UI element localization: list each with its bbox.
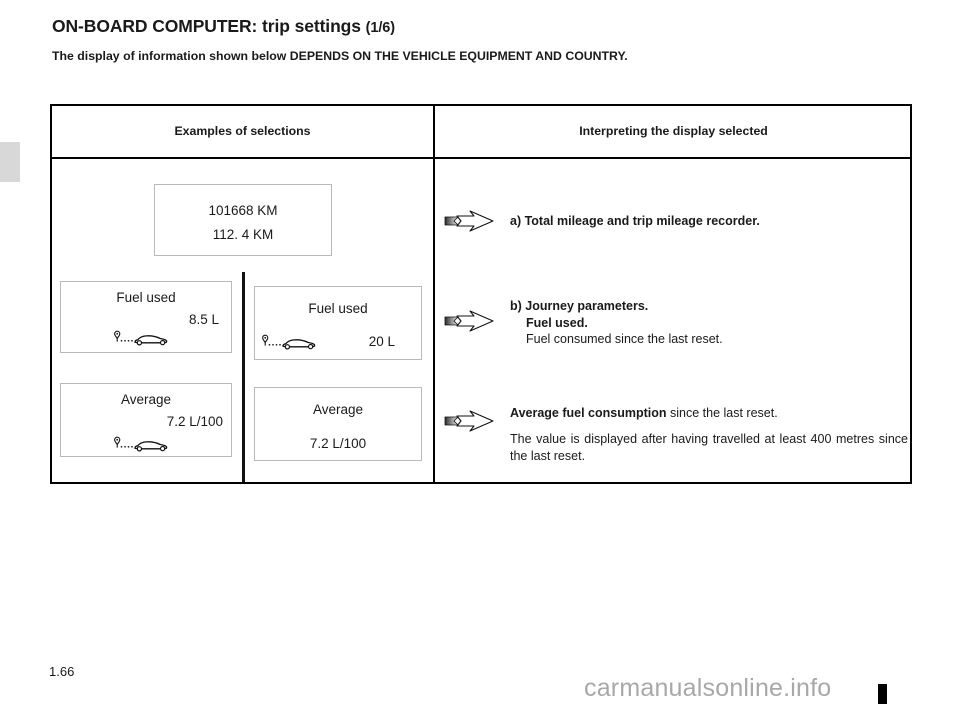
explanation-b-line1: b) Journey parameters. [510, 299, 649, 313]
page-title-text: ON-BOARD COMPUTER: trip settings [52, 16, 361, 36]
column-header-interpretation: Interpreting the display selected [579, 124, 768, 138]
car-trip-icon [262, 334, 316, 350]
display-fuel-used-1: Fuel used 8.5 L [60, 281, 232, 353]
page-indicator: (1/6) [365, 20, 395, 36]
cursor-artifact [878, 684, 887, 704]
display-mileage: 101668 KM 112. 4 KM [154, 184, 332, 256]
display-average-2-title: Average [312, 402, 364, 417]
settings-table: Examples of selections Interpreting the … [50, 104, 912, 484]
display-average-1-title: Average [120, 392, 172, 407]
arrow-right-icon [444, 210, 494, 232]
explanation-c-lead-bold: Average fuel consumption [510, 406, 667, 420]
explanation-c-body: The value is displayed after having trav… [510, 432, 908, 463]
explanation-c-lead-rest: since the last reset. [666, 406, 778, 420]
page-title: ON-BOARD COMPUTER: trip settings (1/6) [52, 16, 395, 37]
table-column-divider [433, 106, 435, 482]
display-average-1-value: 7.2 L/100 [166, 414, 223, 429]
watermark: carmanualsonline.info [584, 674, 832, 702]
explanation-b: b) Journey parameters. Fuel used. Fuel c… [510, 298, 910, 348]
car-trip-icon [114, 330, 168, 346]
car-trip-icon [114, 436, 168, 452]
display-fuel-used-2-value: 20 L [368, 334, 395, 349]
page-subtitle: The display of information shown below D… [52, 49, 628, 63]
explanation-b-line2: Fuel used. [526, 315, 588, 330]
section-tab-marker [0, 142, 20, 182]
arrow-right-icon [444, 310, 494, 332]
column-header-examples: Examples of selections [174, 124, 311, 138]
explanation-a: a) Total mileage and trip mileage record… [510, 214, 760, 228]
display-average-2: Average 7.2 L/100 [254, 387, 422, 461]
examples-inner-divider [242, 272, 245, 482]
explanation-b-line3: Fuel consumed since the last reset. [526, 332, 723, 346]
display-fuel-used-1-title: Fuel used [116, 290, 176, 305]
arrow-right-icon [444, 410, 494, 432]
page-number: 1.66 [49, 664, 75, 679]
display-mileage-trip: 112. 4 KM [212, 227, 274, 242]
display-mileage-total: 101668 KM [208, 203, 278, 218]
manual-page: ON-BOARD COMPUTER: trip settings (1/6) T… [0, 0, 960, 710]
display-fuel-used-1-value: 8.5 L [188, 312, 219, 327]
display-average-1: Average 7.2 L/100 [60, 383, 232, 457]
display-fuel-used-2: Fuel used 20 L [254, 286, 422, 360]
explanation-c-lead: Average fuel consumption since the last … [510, 405, 920, 422]
display-fuel-used-2-title: Fuel used [308, 301, 368, 316]
display-average-2-value: 7.2 L/100 [309, 436, 367, 451]
